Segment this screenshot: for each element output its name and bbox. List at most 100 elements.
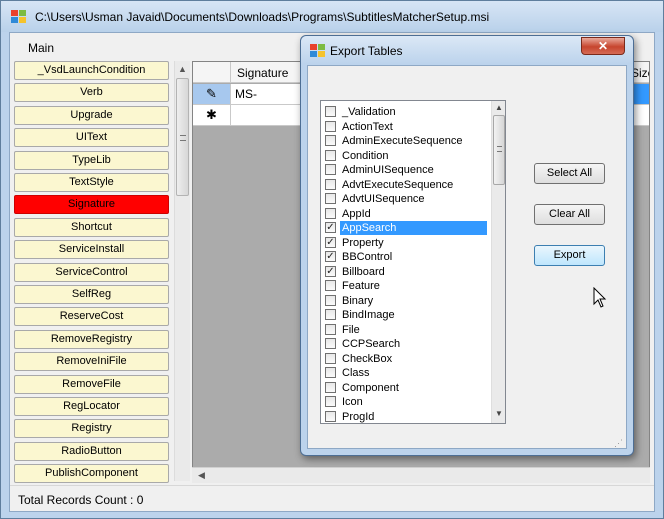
checkbox[interactable]: [325, 135, 336, 146]
table-button-selfreg[interactable]: SelfReg: [14, 285, 169, 304]
menu-main[interactable]: Main: [28, 41, 54, 55]
checkbox[interactable]: [325, 367, 336, 378]
table-name-label: ProgId: [342, 410, 375, 423]
list-item[interactable]: AdminUISequence: [325, 163, 487, 177]
list-item[interactable]: Icon: [325, 395, 487, 409]
list-item[interactable]: CheckBox: [325, 352, 487, 366]
table-list-scrollbar[interactable]: ▲: [174, 61, 190, 481]
checkbox[interactable]: [325, 352, 336, 364]
table-button-textstyle[interactable]: TextStyle: [14, 173, 169, 192]
table-name-label: Binary: [342, 294, 374, 307]
new-row-icon: ✱: [193, 105, 231, 126]
scroll-up-icon[interactable]: ▲: [495, 103, 503, 112]
checkbox[interactable]: [325, 106, 336, 117]
list-item[interactable]: ActionText: [325, 120, 487, 134]
table-name-label: AdminExecuteSequence: [342, 135, 463, 147]
table-button-reglocator[interactable]: RegLocator: [14, 397, 169, 416]
list-item[interactable]: Binary: [325, 294, 487, 308]
table-button-serviceinstall[interactable]: ServiceInstall: [14, 240, 169, 260]
table-name-label: Class: [342, 367, 370, 379]
table-button-removeinifile[interactable]: RemoveIniFile: [14, 352, 169, 372]
list-item[interactable]: ✓ AppSearch: [325, 221, 487, 235]
list-item[interactable]: Condition: [325, 149, 487, 163]
scroll-down-icon[interactable]: ▼: [495, 409, 503, 418]
checkbox[interactable]: [325, 207, 336, 219]
list-item[interactable]: ProgId: [325, 410, 487, 424]
table-name-label: _Validation: [342, 106, 396, 118]
close-button[interactable]: ✕: [581, 37, 625, 55]
table-button-removefile[interactable]: RemoveFile: [14, 374, 169, 394]
checked-checkbox[interactable]: ✓: [325, 265, 336, 277]
table-button-typelib[interactable]: TypeLib: [14, 150, 169, 170]
dialog-title: Export Tables: [330, 44, 403, 58]
list-item[interactable]: File: [325, 323, 487, 337]
clear-all-button[interactable]: Clear All: [534, 204, 605, 225]
checkbox[interactable]: [325, 323, 336, 335]
list-item[interactable]: AppId: [325, 207, 487, 221]
table-name-label: Condition: [342, 149, 389, 162]
list-item[interactable]: _Validation: [325, 105, 487, 119]
table-button-signature[interactable]: Signature: [14, 195, 169, 215]
list-item[interactable]: ✓ BBControl: [325, 250, 487, 264]
table-button-uitext[interactable]: UIText: [14, 128, 169, 148]
table-button-removeregistry[interactable]: RemoveRegistry: [14, 329, 169, 349]
scroll-up-icon[interactable]: ▲: [178, 64, 187, 74]
grid-horizontal-scrollbar[interactable]: ◀: [192, 467, 650, 483]
checkbox[interactable]: [325, 338, 336, 349]
list-item[interactable]: ✓ Property: [325, 236, 487, 250]
table-button-upgrade[interactable]: Upgrade: [14, 105, 169, 125]
list-item[interactable]: AdvtExecuteSequence: [325, 178, 487, 192]
resize-grip-icon[interactable]: ⋰: [614, 438, 624, 448]
table-name-label: Billboard: [342, 265, 385, 278]
checkbox[interactable]: [325, 294, 336, 306]
table-name-label: BindImage: [342, 309, 395, 321]
scroll-thumb[interactable]: [493, 115, 505, 185]
select-all-button[interactable]: Select All: [534, 163, 605, 184]
checked-checkbox[interactable]: ✓: [325, 251, 336, 262]
main-title-bar[interactable]: C:\Users\Usman Javaid\Documents\Download…: [1, 1, 663, 32]
scroll-grip-icon: [497, 146, 502, 152]
signature-cell[interactable]: MS-: [231, 84, 307, 105]
table-button-registry[interactable]: Registry: [14, 419, 169, 439]
total-records-count: Total Records Count : 0: [18, 493, 144, 507]
table-button-publishcomponent[interactable]: PublishComponent: [14, 464, 169, 484]
checkbox[interactable]: [325, 149, 336, 161]
table-name-label: AppSearch: [340, 221, 487, 235]
checkbox[interactable]: [325, 193, 336, 204]
export-button[interactable]: Export: [534, 245, 605, 266]
checklist-scrollbar[interactable]: ▲ ▼: [491, 101, 505, 423]
list-item[interactable]: ✓ Billboard: [325, 265, 487, 279]
list-item[interactable]: CCPSearch: [325, 337, 487, 351]
table-name-label: CheckBox: [342, 352, 393, 365]
list-item[interactable]: AdvtUISequence: [325, 192, 487, 206]
checked-checkbox[interactable]: ✓: [325, 236, 336, 248]
list-item[interactable]: AdminExecuteSequence: [325, 134, 487, 148]
table-name-label: Feature: [342, 280, 380, 292]
checkbox[interactable]: [325, 120, 336, 132]
checkbox[interactable]: [325, 396, 336, 407]
checkbox[interactable]: [325, 280, 336, 291]
list-item[interactable]: Class: [325, 366, 487, 380]
list-item[interactable]: BindImage: [325, 308, 487, 322]
column-header-signature[interactable]: Signature: [231, 62, 307, 83]
checked-checkbox[interactable]: ✓: [325, 222, 336, 233]
window-title: C:\Users\Usman Javaid\Documents\Download…: [35, 10, 490, 24]
table-button-verb[interactable]: Verb: [14, 83, 169, 103]
table-button-reservecost[interactable]: ReserveCost: [14, 307, 169, 327]
table-button-shortcut[interactable]: Shortcut: [14, 217, 169, 237]
checkbox[interactable]: [325, 309, 336, 320]
list-item[interactable]: Feature: [325, 279, 487, 293]
checkbox[interactable]: [325, 381, 336, 393]
tables-checklist[interactable]: ▲ ▼ _Validation ActionText AdminExecuteSeq…: [320, 100, 506, 424]
scroll-thumb[interactable]: [176, 78, 189, 196]
list-item[interactable]: Component: [325, 381, 487, 395]
scroll-left-icon[interactable]: ◀: [198, 470, 205, 481]
table-button-radiobutton[interactable]: RadioButton: [14, 441, 169, 461]
table-button-vsdlaunchcondition[interactable]: _VsdLaunchCondition: [14, 61, 169, 80]
checkbox[interactable]: [325, 410, 336, 422]
checkbox[interactable]: [325, 164, 336, 175]
dialog-title-bar[interactable]: Export Tables ✕: [301, 36, 633, 64]
table-button-servicecontrol[interactable]: ServiceControl: [14, 262, 169, 282]
table-name-label: ActionText: [342, 120, 393, 133]
checkbox[interactable]: [325, 178, 336, 190]
